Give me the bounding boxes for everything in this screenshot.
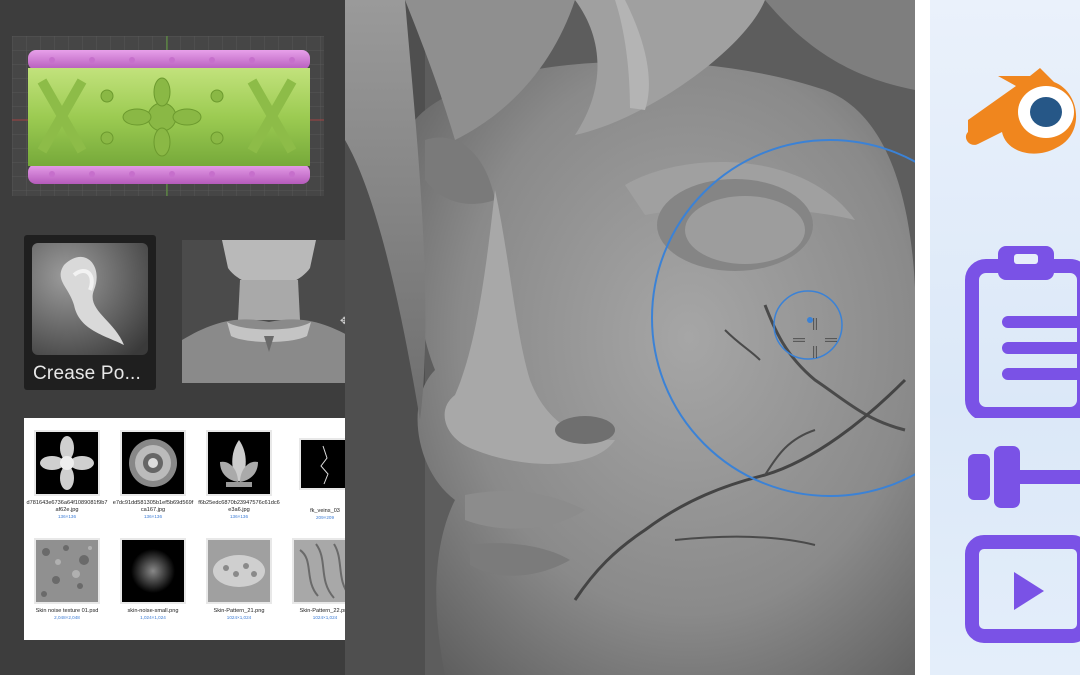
ring-render-preview — [12, 36, 324, 196]
file-item[interactable]: e7dc91dd581305b1ef5b69d569fca167.jpg 136… — [110, 430, 196, 520]
neck-render-image — [182, 240, 356, 383]
ring-render-image — [12, 36, 324, 196]
crease-brush-label: Crease Po... — [33, 363, 142, 384]
crease-brush-tile[interactable]: Crease Po... — [24, 235, 156, 390]
ornament-cross-thumbnail — [34, 430, 100, 496]
file-item[interactable]: skin-noise-small.png 1,024×1,024 — [110, 538, 196, 621]
dumbbell-icon — [964, 446, 1080, 508]
file-name: skin-noise-small.png — [127, 608, 179, 614]
file-dimensions: 136×136 — [143, 514, 162, 519]
blender-logo-icon — [958, 48, 1080, 156]
file-item[interactable]: f6b25edc6870b23947576c61dc6e3a6.jpg 136×… — [196, 430, 282, 520]
pattern-21-thumbnail — [206, 538, 272, 604]
clipboard-icon — [964, 238, 1080, 421]
strip-divider — [915, 0, 930, 675]
neck-render-preview: ✥ — [182, 240, 356, 383]
file-dimensions: 1,024×1,024 — [140, 615, 166, 620]
sculpt-viewport[interactable] — [345, 0, 915, 675]
feature-icon-strip — [930, 0, 1080, 675]
file-dimensions: 136×136 — [229, 514, 248, 519]
texture-file-browser[interactable]: d781643e6736a64f1089081f9b7af62e.jpg 136… — [24, 418, 369, 640]
face-sculpt-render — [345, 0, 915, 675]
file-dimensions: 136×136 — [57, 514, 76, 519]
file-name: d781643e6736a64f1089081f9b7af62e.jpg — [26, 500, 108, 513]
noise-large-thumbnail — [34, 538, 100, 604]
file-item[interactable]: Skin-Pattern_21.png 1024×1,024 — [196, 538, 282, 621]
file-name: Skin noise texture 01.psd — [35, 608, 99, 614]
file-item[interactable]: Skin noise texture 01.psd 2,048×2,048 — [24, 538, 110, 621]
file-name: e7dc91dd581305b1ef5b69d569fca167.jpg — [112, 500, 194, 513]
veins-thumbnail — [299, 438, 351, 490]
crease-brush-thumbnail — [32, 243, 148, 355]
file-dimensions: 2,048×2,048 — [54, 615, 80, 620]
file-dimensions: 1024×1,024 — [226, 615, 252, 620]
ornament-leaf-thumbnail — [206, 430, 272, 496]
ornament-rosette-thumbnail — [120, 430, 186, 496]
file-name: Skin-Pattern_21.png — [213, 608, 265, 614]
video-play-icon — [964, 534, 1080, 644]
noise-small-thumbnail — [120, 538, 186, 604]
file-item[interactable]: d781643e6736a64f1089081f9b7af62e.jpg 136… — [24, 430, 110, 520]
file-name: f6b25edc6870b23947576c61dc6e3a6.jpg — [198, 500, 280, 513]
